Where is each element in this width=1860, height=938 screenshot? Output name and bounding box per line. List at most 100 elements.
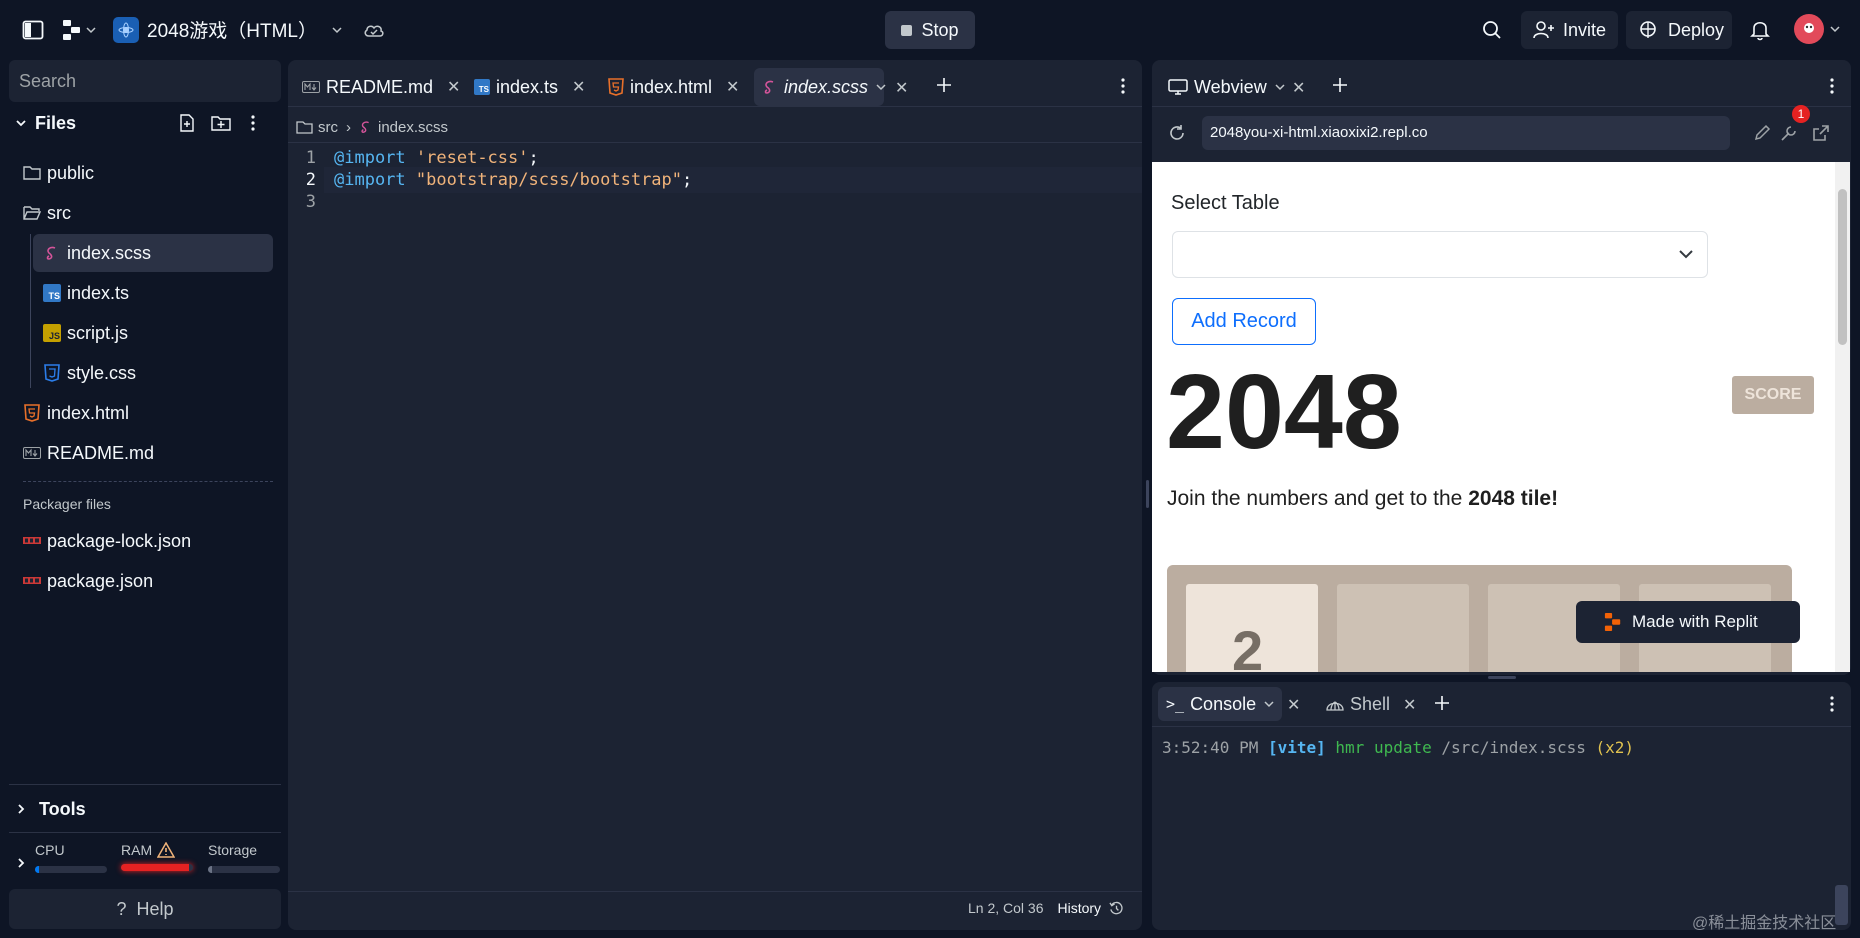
- close-icon[interactable]: ✕: [895, 78, 908, 98]
- tree-item-index-html[interactable]: index.html: [23, 394, 273, 432]
- webview-content: Select Table Add Record 2048 SCORE Join …: [1152, 162, 1850, 672]
- close-icon[interactable]: ✕: [1287, 695, 1300, 715]
- chevron-down-icon: [1275, 82, 1285, 92]
- cloud-sync-icon[interactable]: [363, 22, 385, 38]
- tree-item-style-css[interactable]: style.css: [33, 354, 273, 392]
- packager-files-label: Packager files: [23, 496, 111, 512]
- more-options-icon[interactable]: [1829, 695, 1835, 713]
- code-keyword: @import: [334, 148, 406, 168]
- markdown-icon: [23, 444, 41, 462]
- tab-index-ts[interactable]: TS index.ts ✕: [466, 68, 593, 106]
- deploy-icon: [1638, 20, 1658, 40]
- tree-item-label: README.md: [47, 442, 155, 463]
- select-table-dropdown[interactable]: [1172, 231, 1708, 278]
- code-punct: ;: [682, 170, 693, 190]
- refresh-icon[interactable]: [1168, 124, 1186, 142]
- storage-meter: Storage: [208, 842, 280, 873]
- new-folder-icon[interactable]: [211, 114, 231, 132]
- made-with-replit-badge[interactable]: Made with Replit: [1576, 601, 1800, 643]
- html-icon: [608, 78, 624, 96]
- history-button[interactable]: History: [1058, 900, 1102, 916]
- tab-index-scss[interactable]: index.scss: [754, 68, 886, 106]
- tab-label: Shell: [1350, 693, 1391, 714]
- bell-icon[interactable]: [1750, 19, 1770, 41]
- tab-webview[interactable]: Webview: [1162, 68, 1291, 106]
- replit-logo-icon: [62, 19, 82, 41]
- stop-button[interactable]: Stop: [885, 11, 975, 49]
- close-icon[interactable]: ✕: [572, 77, 585, 97]
- scrollbar-thumb[interactable]: [1838, 189, 1847, 345]
- pencil-icon[interactable]: [1753, 124, 1771, 142]
- cpu-meter: CPU: [35, 842, 107, 873]
- shell-icon: [1326, 696, 1344, 712]
- sidebar-toggle-icon[interactable]: [22, 19, 44, 41]
- tree-item-public[interactable]: public: [23, 154, 273, 192]
- close-icon[interactable]: ✕: [447, 77, 460, 97]
- resources-panel[interactable]: CPU RAM Storage: [9, 838, 281, 888]
- project-selector[interactable]: 2048游戏（HTML）: [113, 16, 385, 43]
- help-button[interactable]: ? Help: [9, 889, 281, 929]
- close-icon[interactable]: ✕: [1292, 78, 1305, 98]
- close-icon[interactable]: ✕: [726, 77, 739, 97]
- tab-index-html[interactable]: index.html ✕: [600, 68, 747, 106]
- tree-item-package-lock[interactable]: package-lock.json: [23, 522, 273, 560]
- project-name: 2048游戏（HTML）: [147, 21, 317, 42]
- url-bar[interactable]: 2048you-xi-html.xiaoxixi2.repl.co: [1202, 116, 1730, 150]
- log-time: 3:52:40 PM: [1162, 738, 1259, 757]
- devtools-icon[interactable]: [1780, 124, 1798, 142]
- close-icon[interactable]: ✕: [1403, 695, 1416, 715]
- chevron-down-icon: [86, 25, 96, 35]
- more-options-icon[interactable]: [250, 114, 256, 132]
- resize-handle[interactable]: [1488, 676, 1516, 679]
- tab-readme[interactable]: README.md ✕: [294, 68, 468, 106]
- add-tab-icon[interactable]: [1332, 77, 1348, 93]
- invite-button[interactable]: Invite: [1521, 11, 1618, 49]
- console-panel: >_ Console ✕ Shell ✕ 3:52:40 PM [vite] h…: [1152, 682, 1851, 930]
- add-record-button[interactable]: Add Record: [1172, 298, 1316, 345]
- resize-handle[interactable]: [1146, 480, 1149, 508]
- tab-console[interactable]: >_ Console: [1158, 687, 1283, 721]
- breadcrumb-file[interactable]: index.scss: [378, 119, 448, 136]
- scrollbar-thumb[interactable]: [1835, 885, 1848, 925]
- tree-item-src[interactable]: src: [23, 194, 273, 232]
- add-user-icon: [1533, 20, 1555, 40]
- chevron-down-icon[interactable]: [876, 82, 886, 92]
- tree-item-package-json[interactable]: package.json: [23, 562, 273, 600]
- tab-shell[interactable]: Shell: [1320, 687, 1396, 721]
- replit-menu[interactable]: [62, 19, 96, 41]
- files-header[interactable]: Files: [9, 106, 281, 140]
- deploy-button[interactable]: Deploy: [1626, 11, 1732, 49]
- add-tab-icon[interactable]: [1434, 695, 1450, 711]
- new-file-icon[interactable]: [178, 114, 196, 132]
- tree-item-script-js[interactable]: JS script.js: [33, 314, 273, 352]
- tools-header[interactable]: Tools: [9, 790, 281, 828]
- npm-icon: [23, 572, 41, 590]
- cursor-position[interactable]: Ln 2, Col 36: [968, 900, 1044, 916]
- tab-label: index.html: [630, 76, 713, 97]
- external-link-icon[interactable]: [1812, 124, 1830, 142]
- help-label: Help: [136, 898, 174, 919]
- tree-item-readme[interactable]: README.md: [23, 434, 273, 472]
- notification-badge: 1: [1792, 105, 1810, 123]
- code-editor[interactable]: 1 @import 'reset-css'; 2 @import "bootst…: [288, 143, 1142, 843]
- history-icon[interactable]: [1109, 901, 1124, 916]
- line-number: 1: [305, 148, 316, 168]
- tree-item-index-scss[interactable]: index.scss: [33, 234, 273, 272]
- scrollbar[interactable]: [1835, 162, 1850, 672]
- score-box: SCORE: [1732, 376, 1814, 414]
- chevron-down-icon: [15, 117, 27, 129]
- ram-bar: [121, 864, 193, 871]
- more-options-icon[interactable]: [1120, 77, 1126, 95]
- add-tab-icon[interactable]: [936, 77, 952, 93]
- search-input[interactable]: Search: [9, 60, 281, 102]
- tree-item-label: package-lock.json: [47, 530, 192, 551]
- npm-icon: [23, 532, 41, 550]
- cpu-bar: [35, 866, 107, 873]
- more-options-icon[interactable]: [1829, 77, 1835, 95]
- tree-item-index-ts[interactable]: TS index.ts: [33, 274, 273, 312]
- search-icon[interactable]: [1482, 20, 1502, 40]
- breadcrumb: src › index.scss: [296, 114, 448, 140]
- user-menu[interactable]: [1794, 14, 1840, 44]
- breadcrumb-folder[interactable]: src: [318, 119, 338, 136]
- code-line: @import 'reset-css';: [334, 148, 539, 168]
